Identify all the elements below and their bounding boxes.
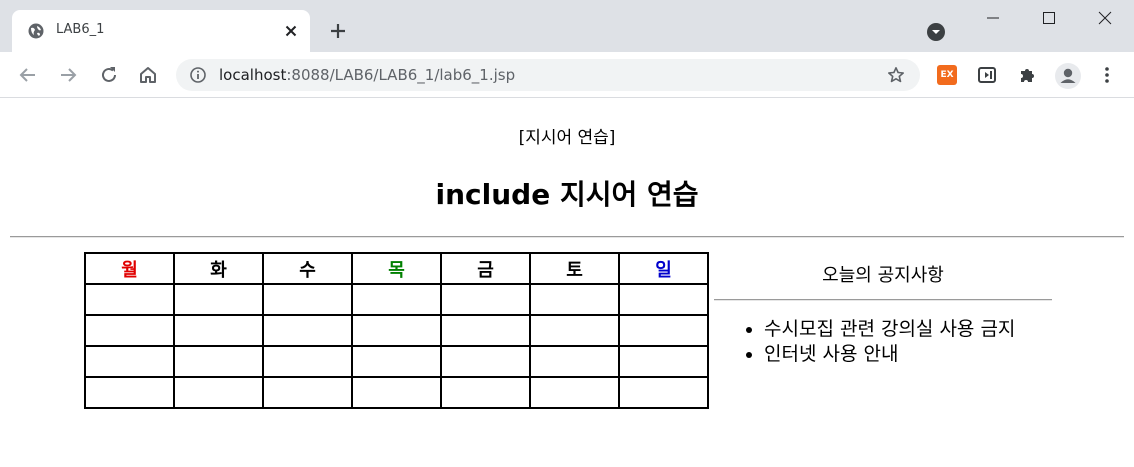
globe-icon	[28, 23, 44, 39]
table-cell	[440, 376, 531, 409]
weekday-header-cell: 월	[84, 252, 175, 285]
notice-panel: 오늘의 공지사항 수시모집 관련 강의실 사용 금지인터넷 사용 안내	[714, 261, 1052, 367]
table-cell	[440, 345, 531, 378]
weekday-header-row: 월화수목금토일	[84, 252, 709, 285]
notice-divider	[714, 299, 1052, 301]
weekday-header-cell: 목	[351, 252, 442, 285]
table-cell	[262, 314, 353, 347]
list-item: 인터넷 사용 안내	[764, 342, 1052, 367]
table-cell	[351, 314, 442, 347]
tab-search-icon[interactable]	[926, 22, 946, 42]
table-cell	[351, 376, 442, 409]
browser-tab[interactable]: LAB6_1	[12, 10, 310, 52]
table-cell	[618, 345, 709, 378]
table-row	[84, 283, 709, 316]
page-content: [지시어 연습] include 지시어 연습 월화수목금토일 오늘의 공지사항…	[0, 99, 1134, 467]
extensions-puzzle-icon[interactable]	[1017, 65, 1037, 85]
minimize-icon[interactable]	[970, 0, 1016, 36]
tab-title: LAB6_1	[56, 22, 105, 37]
weekday-table: 월화수목금토일	[84, 252, 709, 409]
profile-avatar[interactable]	[1055, 63, 1081, 89]
directive-label: [지시어 연습]	[518, 128, 616, 148]
new-tab-icon[interactable]	[328, 21, 348, 41]
table-cell	[440, 283, 531, 316]
browser-toolbar: localhost:8088/LAB6/LAB6_1/lab6_1.jsp EX	[0, 52, 1134, 98]
menu-kebab-icon[interactable]	[1097, 65, 1117, 85]
divider	[10, 236, 1124, 238]
table-cell	[84, 376, 175, 409]
table-cell	[173, 314, 264, 347]
notice-list: 수시모집 관련 강의실 사용 금지인터넷 사용 안내	[714, 317, 1052, 367]
table-cell	[173, 345, 264, 378]
table-cell	[618, 314, 709, 347]
table-cell	[173, 283, 264, 316]
table-cell	[351, 283, 442, 316]
notice-title: 오늘의 공지사항	[822, 265, 944, 286]
table-cell	[529, 314, 620, 347]
table-cell	[529, 376, 620, 409]
weekday-table-body	[84, 283, 709, 409]
table-cell	[618, 283, 709, 316]
table-cell	[440, 314, 531, 347]
table-cell	[529, 345, 620, 378]
reload-icon[interactable]	[98, 64, 120, 86]
bookmark-star-icon[interactable]	[887, 66, 905, 84]
table-cell	[262, 376, 353, 409]
table-cell	[173, 376, 264, 409]
tab-strip: LAB6_1	[0, 0, 1134, 52]
table-cell	[262, 283, 353, 316]
url-text: localhost:8088/LAB6/LAB6_1/lab6_1.jsp	[219, 66, 515, 84]
media-icon[interactable]	[977, 65, 997, 85]
table-cell	[618, 376, 709, 409]
url-host: localhost	[219, 66, 287, 84]
address-bar[interactable]: localhost:8088/LAB6/LAB6_1/lab6_1.jsp	[176, 59, 920, 91]
table-row	[84, 345, 709, 378]
window-close-icon[interactable]	[1082, 0, 1128, 36]
list-item: 수시모집 관련 강의실 사용 금지	[764, 317, 1052, 342]
url-path: :8088/LAB6/LAB6_1/lab6_1.jsp	[286, 66, 516, 84]
weekday-header-cell: 일	[618, 252, 709, 285]
weekday-header-cell: 화	[173, 252, 264, 285]
close-tab-icon[interactable]	[282, 22, 300, 40]
extension-ex-icon[interactable]: EX	[937, 65, 957, 85]
weekday-header-cell: 수	[262, 252, 353, 285]
table-row	[84, 376, 709, 409]
page-title: include 지시어 연습	[435, 178, 699, 211]
back-arrow-icon[interactable]	[17, 64, 39, 86]
table-row	[84, 314, 709, 347]
table-cell	[529, 283, 620, 316]
weekday-header-cell: 금	[440, 252, 531, 285]
table-cell	[262, 345, 353, 378]
table-cell	[84, 283, 175, 316]
weekday-header-cell: 토	[529, 252, 620, 285]
table-cell	[351, 345, 442, 378]
table-cell	[84, 345, 175, 378]
maximize-icon[interactable]	[1026, 0, 1072, 36]
table-cell	[84, 314, 175, 347]
forward-arrow-icon[interactable]	[57, 64, 79, 86]
person-icon	[1060, 68, 1076, 83]
home-icon[interactable]	[137, 64, 159, 86]
site-info-icon[interactable]	[190, 67, 206, 83]
